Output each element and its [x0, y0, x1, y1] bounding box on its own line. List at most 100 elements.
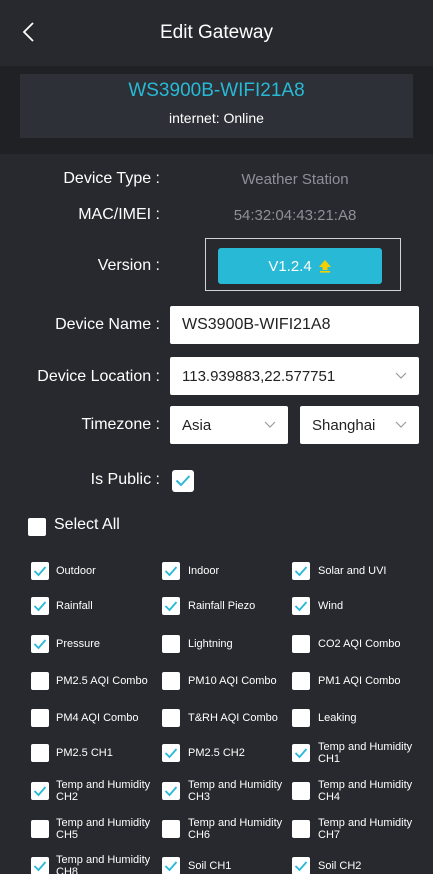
channel-label: CO2 AQI Combo — [318, 638, 401, 650]
channel-label: Temp and Humidity CH1 — [318, 741, 413, 765]
channel-checkbox[interactable] — [292, 597, 310, 615]
channel-label: Temp and Humidity CH4 — [318, 779, 413, 803]
version-upgrade-button[interactable]: V1.2.4 — [218, 248, 382, 284]
channel-checkbox[interactable] — [292, 709, 310, 727]
channel-label: Leaking — [318, 712, 357, 724]
channel-label: Outdoor — [56, 565, 96, 577]
timezone-label: Timezone : — [81, 416, 160, 433]
channel-checkbox[interactable] — [292, 672, 310, 690]
checkmark-icon — [164, 748, 178, 759]
channel-checkbox[interactable] — [292, 744, 310, 762]
channel-label: Temp and Humidity CH7 — [318, 817, 413, 841]
channel-label: Indoor — [188, 565, 220, 577]
channel-label: Wind — [318, 600, 344, 612]
is-public-label: Is Public : — [90, 471, 160, 488]
checkmark-icon — [33, 861, 47, 872]
channel-checkbox[interactable] — [162, 635, 180, 653]
channel-label: Temp and Humidity CH3 — [188, 779, 283, 803]
channel-label: PM10 AQI Combo — [188, 675, 277, 687]
gateway-status: internet: Online — [169, 110, 264, 126]
select-all-checkbox[interactable] — [28, 518, 46, 536]
app-header: Edit Gateway — [0, 0, 433, 66]
channel-label: Pressure — [56, 638, 101, 650]
checkmark-icon — [294, 748, 308, 759]
channel-checkbox[interactable] — [31, 597, 49, 615]
checkmark-icon — [33, 566, 47, 577]
is-public-checkbox[interactable] — [172, 470, 194, 492]
channel-checkbox[interactable] — [31, 744, 49, 762]
channel-checkbox[interactable] — [162, 562, 180, 580]
checkmark-icon — [294, 861, 308, 872]
version-label: Version : — [97, 257, 160, 274]
select-all-label: Select All — [54, 516, 120, 533]
channel-checkbox[interactable] — [31, 635, 49, 653]
device-location-label: Device Location : — [37, 368, 160, 385]
channel-label: PM2.5 CH2 — [188, 747, 245, 759]
channel-label: Rainfall — [56, 600, 93, 612]
timezone-region-select[interactable]: Asia — [170, 406, 288, 444]
timezone-city-value: Shanghai — [312, 416, 376, 434]
channel-checkbox[interactable] — [292, 562, 310, 580]
mac-value: 54:32:04:43:21:A8 — [233, 207, 357, 224]
chevron-down-icon — [395, 372, 407, 379]
version-value: V1.2.4 — [268, 257, 312, 275]
checkmark-icon — [294, 601, 308, 612]
device-name-input[interactable]: WS3900B-WIFI21A8 — [170, 306, 419, 344]
channel-checkbox[interactable] — [162, 857, 180, 874]
checkmark-icon — [33, 601, 47, 612]
device-location-select[interactable]: 113.939883,22.577751 — [170, 357, 419, 395]
channel-checkbox[interactable] — [162, 597, 180, 615]
device-name-value: WS3900B-WIFI21A8 — [182, 316, 331, 333]
channel-checkbox[interactable] — [162, 744, 180, 762]
channel-checkbox[interactable] — [31, 562, 49, 580]
channel-checkbox[interactable] — [162, 709, 180, 727]
channel-checkbox[interactable] — [162, 782, 180, 800]
page-title: Edit Gateway — [160, 22, 273, 43]
channel-label: Temp and Humidity CH5 — [56, 817, 151, 841]
checkmark-icon — [164, 861, 178, 872]
channel-checkbox[interactable] — [31, 709, 49, 727]
channel-label: Soil CH2 — [318, 860, 362, 872]
channel-checkbox[interactable] — [31, 782, 49, 800]
checkmark-icon — [33, 786, 47, 797]
channel-label: Rainfall Piezo — [188, 600, 256, 612]
channel-label: Temp and Humidity CH8 — [56, 854, 151, 874]
device-type-label: Device Type : — [63, 170, 160, 187]
channel-checkbox[interactable] — [162, 820, 180, 838]
channel-checkbox[interactable] — [292, 857, 310, 874]
channel-checkbox[interactable] — [31, 857, 49, 874]
channel-checkbox[interactable] — [292, 635, 310, 653]
channel-label: Lightning — [188, 638, 233, 650]
mac-label: MAC/IMEI : — [78, 206, 160, 223]
timezone-region-value: Asia — [182, 416, 212, 434]
device-name-label: Device Name : — [55, 316, 160, 333]
channel-label: Temp and Humidity CH6 — [188, 817, 283, 841]
checkmark-icon — [294, 566, 308, 577]
device-type-value: Weather Station — [241, 171, 349, 188]
channel-checkbox[interactable] — [31, 820, 49, 838]
checkmark-icon — [164, 786, 178, 797]
chevron-down-icon — [395, 421, 407, 428]
channel-label: PM1 AQI Combo — [318, 675, 401, 687]
device-location-value: 113.939883,22.577751 — [182, 367, 336, 385]
checkmark-icon — [164, 601, 178, 612]
channel-label: PM4 AQI Combo — [56, 712, 139, 724]
channel-label: Solar and UVI — [318, 565, 387, 577]
channel-checkbox[interactable] — [292, 820, 310, 838]
channel-checkbox[interactable] — [31, 672, 49, 690]
channel-checkbox[interactable] — [162, 672, 180, 690]
gateway-name: WS3900B-WIFI21A8 — [128, 80, 305, 101]
checkmark-icon — [33, 639, 47, 650]
channel-checkbox[interactable] — [292, 782, 310, 800]
timezone-city-select[interactable]: Shanghai — [300, 406, 419, 444]
channel-label: PM2.5 AQI Combo — [56, 675, 148, 687]
chevron-down-icon — [264, 421, 276, 428]
chevron-left-icon[interactable] — [18, 20, 42, 44]
channel-label: PM2.5 CH1 — [56, 747, 113, 759]
checkmark-icon — [175, 475, 191, 487]
channel-label: Soil CH1 — [188, 860, 232, 872]
channel-label: Temp and Humidity CH2 — [56, 779, 151, 803]
upload-arrow-icon — [318, 260, 331, 273]
channel-label: T&RH AQI Combo — [188, 712, 278, 724]
gateway-info-panel: WS3900B-WIFI21A8 internet: Online — [20, 74, 413, 138]
